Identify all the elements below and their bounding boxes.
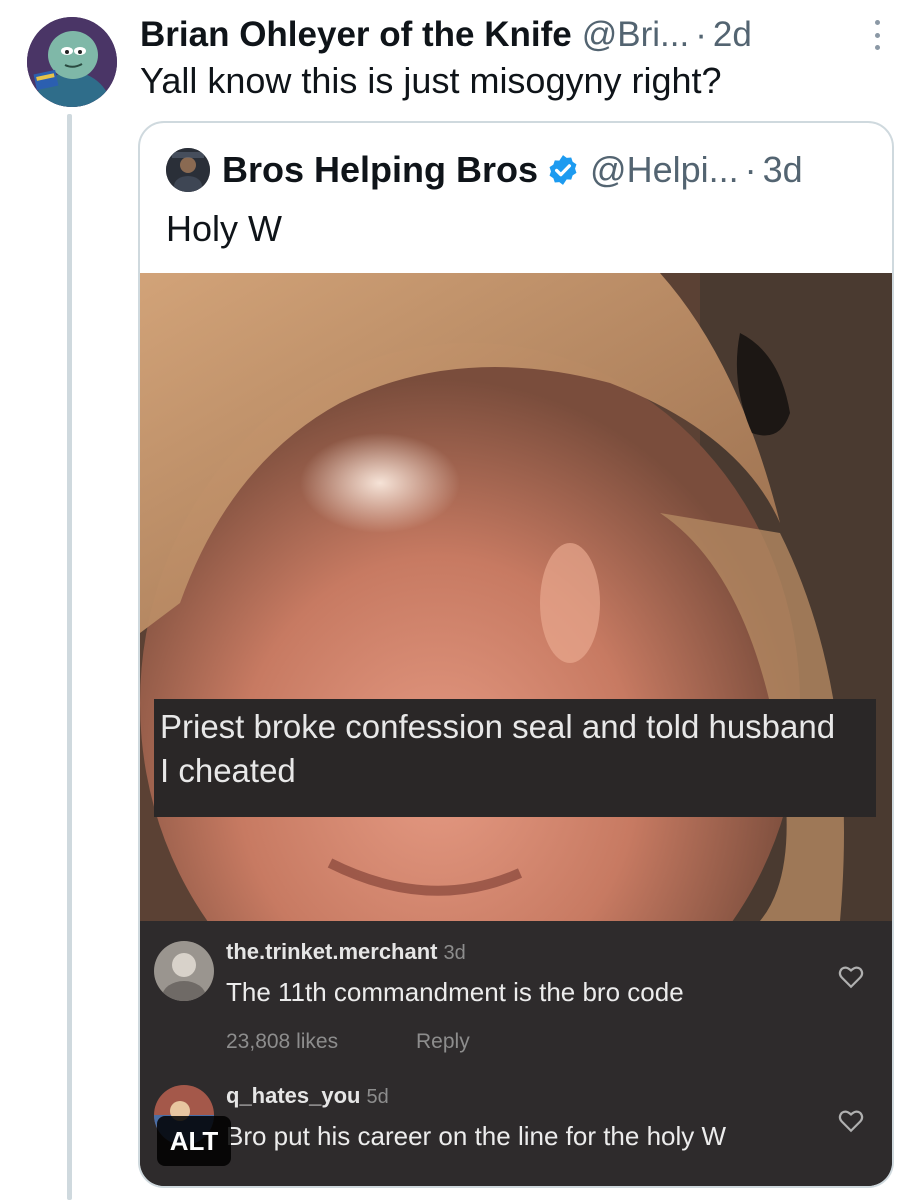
author-name[interactable]: Brian Ohleyer of the Knife (140, 15, 572, 55)
author-handle[interactable]: @Bri... (582, 15, 689, 55)
commenter-username: the.trinket.merchant 3d (226, 939, 466, 965)
comment-age: 5d (366, 1086, 389, 1108)
author-avatar[interactable] (27, 17, 117, 107)
quoted-tweet-time[interactable]: 3d (763, 149, 803, 191)
separator-dot: · (744, 149, 757, 190)
thread-line (67, 114, 72, 1200)
alt-text-badge[interactable]: ALT (157, 1116, 231, 1166)
comment-text: The 11th commandment is the bro code (226, 977, 684, 1007)
comment-age: 3d (443, 942, 466, 964)
quoted-author-handle[interactable]: @Helpi... (590, 149, 739, 191)
more-vertical-icon[interactable] (873, 20, 881, 50)
heart-icon (838, 966, 864, 989)
verified-badge-icon (549, 155, 577, 185)
quoted-author-name[interactable]: Bros Helping Bros (222, 149, 538, 191)
quoted-tweet-media[interactable]: Priest broke confession seal and told hu… (140, 273, 892, 1186)
heart-icon (838, 1110, 864, 1133)
tweet-time[interactable]: 2d (713, 15, 752, 55)
quoted-tweet-text: Holy W (166, 208, 282, 249)
comment-reply: Reply (416, 1030, 470, 1053)
commenter-avatar (154, 941, 214, 1001)
media-photo (140, 273, 892, 921)
comment-text: Bro put his career on the line for the h… (226, 1121, 727, 1151)
media-caption: Priest broke confession seal and told hu… (160, 708, 836, 789)
comment-likes: 23,808 likes (226, 1030, 339, 1053)
commenter-username: q_hates_you 5d (226, 1083, 389, 1109)
quoted-author-avatar[interactable] (166, 148, 210, 192)
quoted-tweet-card[interactable]: Bros Helping Bros @Helpi... · 3d Holy W (138, 121, 894, 1188)
quoted-tweet-header: Bros Helping Bros @Helpi... · 3d (166, 145, 872, 195)
media-comments: the.trinket.merchant 3d The 11th commandm… (140, 921, 892, 1186)
commenter-username-text: q_hates_you (226, 1083, 361, 1108)
tweet-header: Brian Ohleyer of the Knife @Bri... · 2d (140, 10, 879, 60)
tweet-text: Yall know this is just misogyny right? (140, 60, 722, 101)
separator-dot: · (695, 15, 707, 54)
commenter-username-text: the.trinket.merchant (226, 939, 438, 964)
